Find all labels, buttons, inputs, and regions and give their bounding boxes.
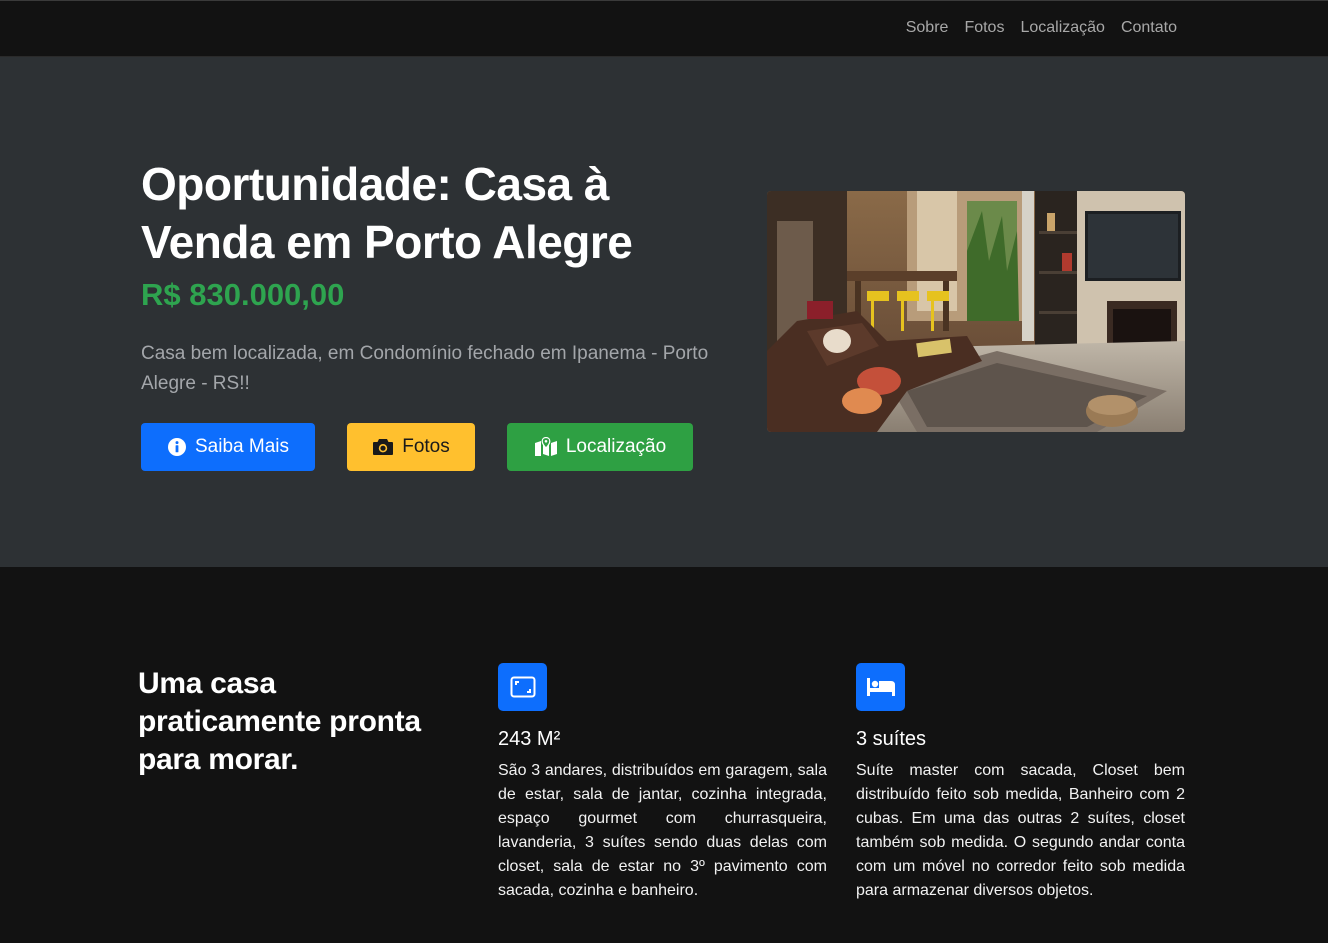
nav-link-contato[interactable]: Contato (1121, 19, 1177, 37)
hero-section: Oportunidade: Casa à Venda em Porto Aleg… (0, 57, 1328, 567)
localizacao-button[interactable]: Localização (507, 423, 693, 471)
saiba-mais-label: Saiba Mais (195, 436, 289, 457)
fotos-button[interactable]: Fotos (347, 423, 475, 471)
living-room-photo (767, 191, 1185, 432)
feature-area: 243 M² São 3 andares, distribuídos em ga… (498, 663, 827, 903)
hero-price: R$ 830.000,00 (141, 277, 345, 312)
feature-suites-heading: 3 suítes (856, 728, 927, 750)
feature-area-heading: 243 M² (498, 728, 561, 750)
map-location-icon (534, 437, 557, 456)
saiba-mais-button[interactable]: Saiba Mais (141, 423, 315, 471)
hero-description: Casa bem localizada, em Condomínio fecha… (141, 343, 709, 394)
area-icon (498, 663, 547, 711)
fotos-label: Fotos (402, 436, 450, 457)
nav-link-sobre[interactable]: Sobre (906, 19, 949, 37)
nav-link-fotos[interactable]: Fotos (964, 19, 1004, 37)
nav-link-localizacao[interactable]: Localização (1020, 19, 1105, 37)
nav-links: Sobre Fotos Localização Contato (906, 19, 1177, 37)
features-section: Uma casa praticamente pronta para morar.… (0, 567, 1328, 943)
localizacao-label: Localização (565, 436, 667, 457)
navbar: Sobre Fotos Localização Contato (0, 0, 1328, 57)
info-icon (168, 438, 186, 456)
feature-suites: 3 suítes Suíte master com sacada, Closet… (856, 663, 1185, 903)
features-title: Uma casa praticamente pronta para morar. (138, 667, 421, 776)
feature-suites-text: Suíte master com sacada, Closet bem dist… (856, 762, 1185, 899)
hero-title: Oportunidade: Casa à Venda em Porto Aleg… (141, 158, 633, 268)
feature-area-text: São 3 andares, distribuídos em garagem, … (498, 762, 827, 899)
bed-icon (856, 663, 905, 711)
living-room-illustration (767, 191, 1185, 432)
camera-icon (373, 439, 394, 455)
